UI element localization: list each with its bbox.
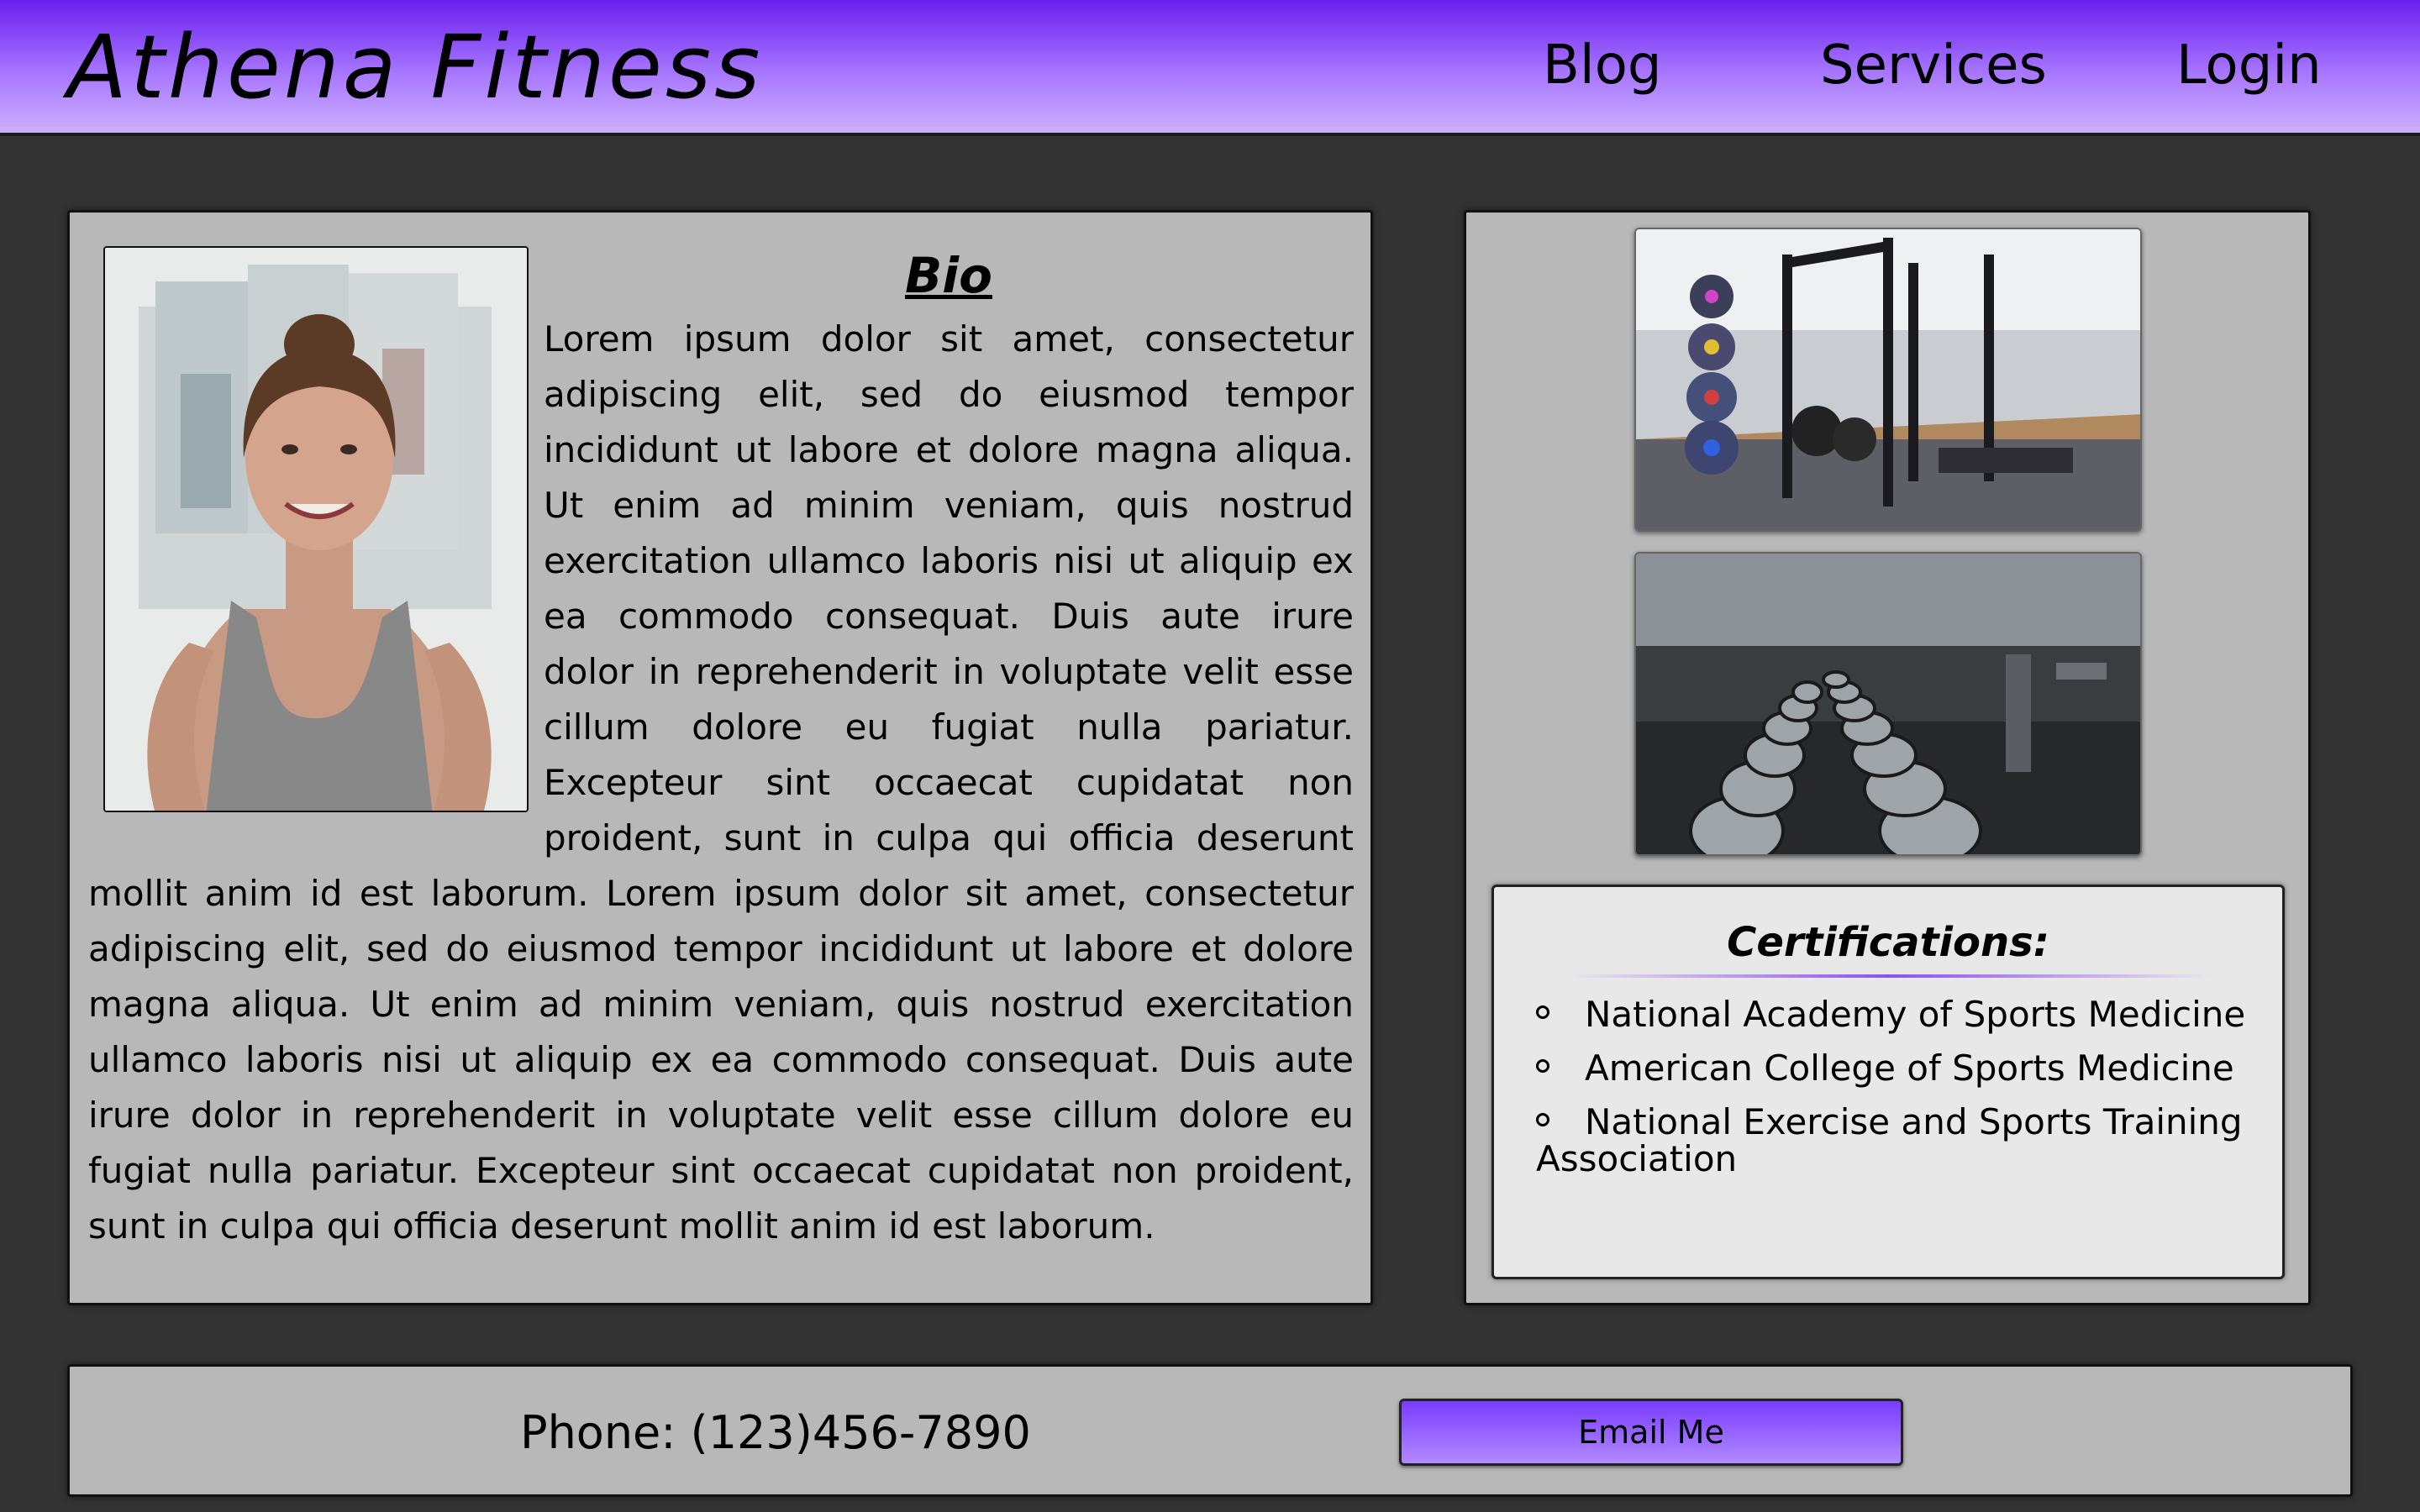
side-panel: Certifications: National Academy of Spor… bbox=[1464, 210, 2311, 1305]
list-item: National Academy of Sports Medicine bbox=[1536, 996, 2259, 1033]
divider bbox=[1570, 974, 2212, 978]
trainer-portrait bbox=[103, 246, 529, 812]
brand-logo[interactable]: Athena Fitness bbox=[67, 17, 763, 118]
certification-label: American College of Sports Medicine bbox=[1585, 1047, 2234, 1089]
certification-label: National Academy of Sports Medicine bbox=[1585, 994, 2246, 1035]
bio-panel: Bio Lorem ipsum dolor sit amet, consecte… bbox=[67, 210, 1373, 1305]
certifications-list: National Academy of Sports Medicine Amer… bbox=[1536, 996, 2259, 1194]
bullet-icon bbox=[1536, 1005, 1549, 1019]
site-header: Athena Fitness Blog Services Login bbox=[0, 0, 2420, 136]
nav-services-link[interactable]: Services bbox=[1820, 32, 2047, 99]
nav-blog-link[interactable]: Blog bbox=[1543, 32, 1661, 99]
bullet-icon bbox=[1536, 1112, 1549, 1126]
email-me-button[interactable]: Email Me bbox=[1399, 1399, 1903, 1466]
contact-footer: Phone: (123)456-7890 Email Me bbox=[67, 1364, 2353, 1497]
certification-label: National Exercise and Sports Training As… bbox=[1536, 1101, 2243, 1179]
gym-equipment-photo bbox=[1634, 228, 2142, 532]
list-item: American College of Sports Medicine bbox=[1536, 1050, 2259, 1087]
dumbbell-rack-photo bbox=[1634, 552, 2142, 856]
bullet-icon bbox=[1536, 1058, 1549, 1073]
list-item: National Exercise and Sports Training As… bbox=[1536, 1104, 2259, 1178]
certifications-card: Certifications: National Academy of Spor… bbox=[1491, 885, 2285, 1279]
phone-number: Phone: (123)456-7890 bbox=[520, 1406, 1031, 1459]
certifications-title: Certifications: bbox=[1727, 919, 2049, 966]
nav-login-link[interactable]: Login bbox=[2176, 32, 2322, 99]
